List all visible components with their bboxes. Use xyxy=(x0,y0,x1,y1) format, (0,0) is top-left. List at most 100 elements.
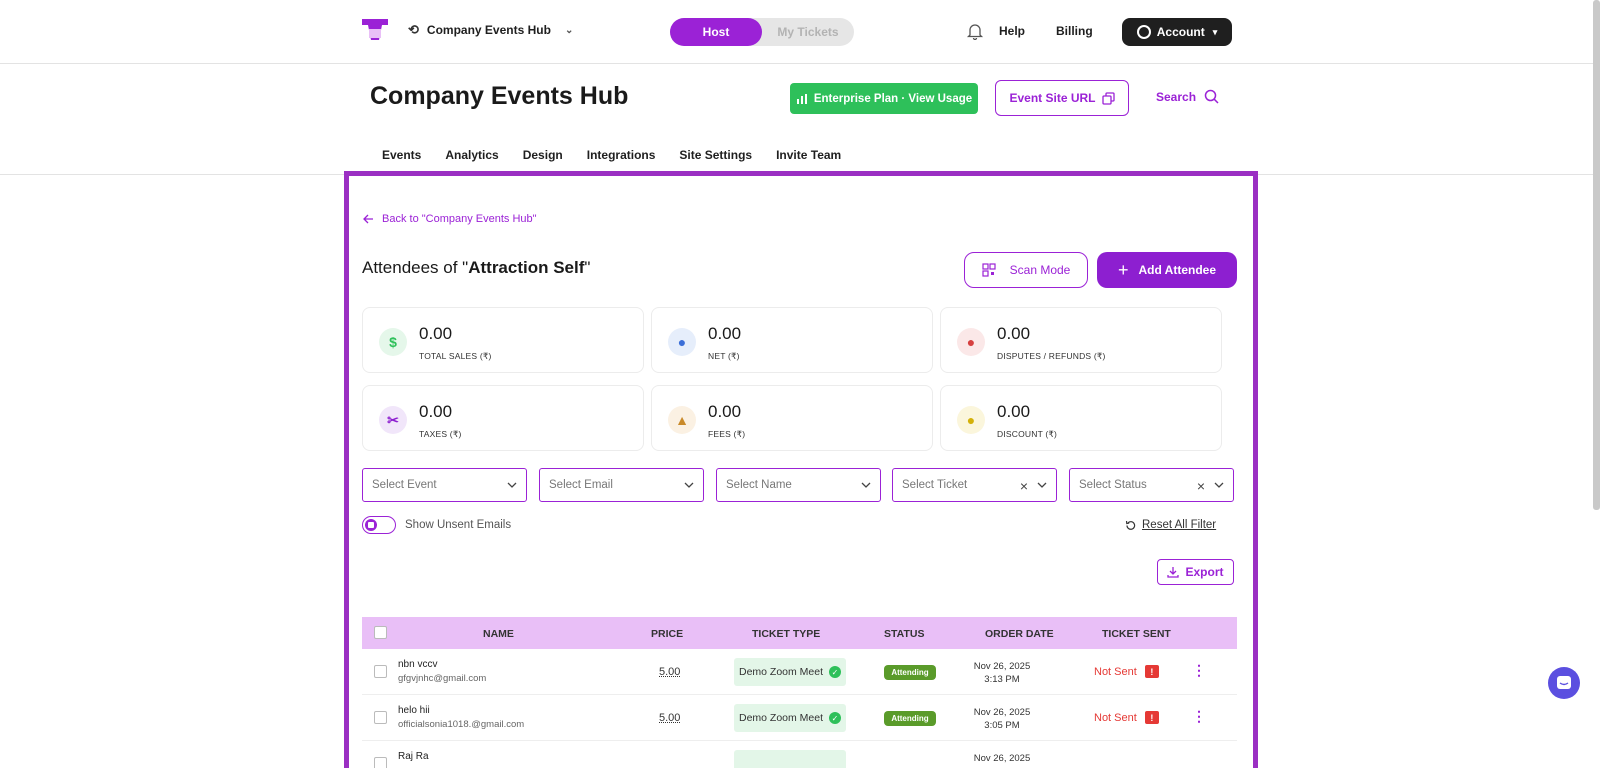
chevron-down-icon xyxy=(1214,482,1224,488)
table-row: Raj Ra Nov 26, 2025 xyxy=(362,741,1237,768)
select-email[interactable]: Select Email xyxy=(539,468,704,502)
mode-my-tickets[interactable]: My Tickets xyxy=(762,18,854,46)
select-all-checkbox[interactable] xyxy=(374,626,387,639)
order-date: Nov 26, 2025 3:13 PM xyxy=(962,660,1042,686)
select-ticket-placeholder: Select Ticket xyxy=(902,479,968,491)
bar-chart-icon xyxy=(796,93,807,104)
mode-host[interactable]: Host xyxy=(670,18,762,46)
top-navbar: ⟲ Company Events Hub ⌄ Host My Tickets H… xyxy=(0,0,1600,64)
select-event-placeholder: Select Event xyxy=(372,479,437,491)
ticket-sent-label: Not Sent xyxy=(1094,665,1137,678)
ticket-type-label: Demo Zoom Meet xyxy=(738,666,824,678)
table-row: helo hii officialsonia1018.@gmail.com 5.… xyxy=(362,695,1237,741)
attendees-title: Attendees of "Attraction Self" xyxy=(362,258,590,278)
chevron-down-icon xyxy=(861,482,871,488)
plus-icon: + xyxy=(1117,260,1129,280)
show-unsent-toggle[interactable] xyxy=(362,516,396,534)
order-date: Nov 26, 2025 xyxy=(962,752,1042,765)
stat-value: 0.00 xyxy=(997,324,1031,343)
stat-label: TAXES (₹) xyxy=(419,429,462,439)
status-badge: Attending xyxy=(884,711,936,726)
account-button[interactable]: Account ▾ xyxy=(1122,18,1232,46)
tab-analytics[interactable]: Analytics xyxy=(445,148,498,162)
help-link[interactable]: Help xyxy=(999,24,1025,38)
sync-icon: ⟲ xyxy=(408,22,419,37)
stat-label: NET (₹) xyxy=(708,351,740,361)
stat-card-net: ● 0.00 NET (₹) xyxy=(651,307,933,373)
table-header: NAME PRICE TICKET TYPE STATUS ORDER DATE… xyxy=(362,617,1237,649)
select-status[interactable]: Select Status × xyxy=(1069,468,1234,502)
reset-filters-link[interactable]: Reset All Filter xyxy=(1125,519,1216,531)
event-site-url-button[interactable]: Event Site URL xyxy=(995,80,1129,116)
clear-icon[interactable]: × xyxy=(1020,478,1028,494)
site-url-label: Event Site URL xyxy=(1009,91,1096,105)
page-title: Company Events Hub xyxy=(370,82,629,110)
copy-icon xyxy=(1101,91,1115,105)
ticket-type-badge: Demo Zoom Meet ✓ xyxy=(734,704,846,732)
row-menu-icon[interactable]: ⋮ xyxy=(1192,709,1206,723)
org-switcher[interactable]: ⟲ Company Events Hub ⌄ xyxy=(408,22,573,38)
row-checkbox[interactable] xyxy=(374,711,387,724)
chevron-down-icon: ▾ xyxy=(1212,26,1218,37)
ticket-type-badge: Demo Zoom Meet ✓ xyxy=(734,658,846,686)
tab-events[interactable]: Events xyxy=(382,148,421,162)
select-status-placeholder: Select Status xyxy=(1079,479,1147,491)
select-name-placeholder: Select Name xyxy=(726,479,792,491)
tab-invite-team[interactable]: Invite Team xyxy=(776,148,841,162)
select-ticket[interactable]: Select Ticket × xyxy=(892,468,1057,502)
add-attendee-button[interactable]: + Add Attendee xyxy=(1097,252,1237,288)
billing-link[interactable]: Billing xyxy=(1056,24,1093,38)
hand-coin-icon: ▲ xyxy=(668,406,696,434)
attendee-email: officialsonia1018.@gmail.com xyxy=(398,719,525,730)
order-date-day: Nov 26, 2025 xyxy=(973,753,1031,764)
select-email-placeholder: Select Email xyxy=(549,479,613,491)
tab-design[interactable]: Design xyxy=(523,148,563,162)
tab-site-settings[interactable]: Site Settings xyxy=(679,148,752,162)
page-scrollbar[interactable] xyxy=(1593,0,1600,510)
chat-support-button[interactable] xyxy=(1548,667,1580,699)
mode-toggle: Host My Tickets xyxy=(670,18,854,46)
attendees-table: Export NAME PRICE TICKET TYPE STATUS ORD… xyxy=(362,549,1237,768)
stat-label: DISCOUNT (₹) xyxy=(997,429,1058,439)
table-row: nbn vccv gfgvjnhc@gmail.com 5.00 Demo Zo… xyxy=(362,649,1237,695)
main-tabs: Events Analytics Design Integrations Sit… xyxy=(382,148,841,162)
stat-label: FEES (₹) xyxy=(708,429,746,439)
ticket-sent-status: Not Sent! xyxy=(1094,665,1159,678)
attendee-name: helo hii xyxy=(398,705,430,716)
col-ticket-type: TICKET TYPE xyxy=(752,628,821,640)
money-bag-icon: ● xyxy=(668,328,696,356)
stat-value: 0.00 xyxy=(708,402,742,421)
chat-icon xyxy=(1557,676,1571,689)
row-checkbox[interactable] xyxy=(374,665,387,678)
scan-mode-button[interactable]: Scan Mode xyxy=(964,252,1088,288)
attendee-name: Raj Ra xyxy=(398,751,429,762)
col-ticket-sent: TICKET SENT xyxy=(1102,628,1171,640)
tab-integrations[interactable]: Integrations xyxy=(587,148,656,162)
status-badge: Attending xyxy=(884,665,936,680)
alert-flag-icon[interactable]: ! xyxy=(1144,711,1159,724)
select-name[interactable]: Select Name xyxy=(716,468,881,502)
toggle-knob xyxy=(365,519,377,531)
ticket-type-label: Demo Zoom Meet xyxy=(738,712,824,724)
refund-icon: ● xyxy=(957,328,985,356)
ticket-logo-icon[interactable] xyxy=(360,16,390,44)
org-name: Company Events Hub xyxy=(426,23,551,37)
row-checkbox[interactable] xyxy=(374,757,387,768)
arrow-left-icon xyxy=(363,214,373,224)
row-menu-icon[interactable]: ⋮ xyxy=(1192,663,1206,677)
enterprise-plan-button[interactable]: Enterprise Plan · View Usage xyxy=(790,83,978,114)
chevron-down-icon: ⌄ xyxy=(564,24,574,36)
alert-flag-icon[interactable]: ! xyxy=(1144,665,1159,678)
clear-icon[interactable]: × xyxy=(1197,478,1205,494)
search-button[interactable]: Search xyxy=(1156,89,1219,104)
user-circle-icon xyxy=(1136,25,1151,39)
stat-card-discount: ● 0.00 DISCOUNT (₹) xyxy=(940,385,1222,451)
export-button[interactable]: Export xyxy=(1157,559,1234,585)
check-circle-icon: ✓ xyxy=(829,666,842,678)
col-status: STATUS xyxy=(884,628,925,640)
order-date-time: 3:13 PM xyxy=(984,674,1020,685)
back-link[interactable]: Back to "Company Events Hub" xyxy=(363,213,537,225)
select-event[interactable]: Select Event xyxy=(362,468,527,502)
stat-label: DISPUTES / REFUNDS (₹) xyxy=(997,351,1106,361)
bell-icon[interactable] xyxy=(966,22,984,40)
